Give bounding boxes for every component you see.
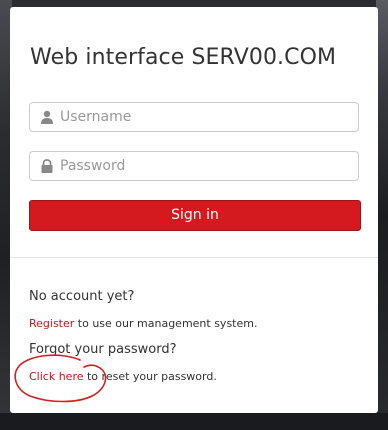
no-account-text: No account yet? (29, 289, 135, 304)
click-here-link[interactable]: Click here (29, 370, 84, 383)
lock-icon (41, 159, 53, 173)
password-field[interactable]: Password (29, 151, 359, 181)
register-rest-text: to use our management system. (74, 317, 258, 330)
register-line: Register to use our management system. (29, 317, 257, 330)
sign-in-button[interactable]: Sign in (29, 200, 361, 231)
username-placeholder: Username (60, 109, 132, 125)
password-placeholder: Password (60, 158, 126, 174)
reset-line: Click here to reset your password. (29, 370, 217, 383)
divider (10, 257, 378, 258)
register-link[interactable]: Register (29, 317, 74, 330)
reset-rest-text: to reset your password. (83, 370, 217, 383)
user-icon (41, 110, 53, 124)
login-card: Web interface SERV00.COM Username Passwo… (10, 7, 378, 413)
background-bottom (0, 413, 388, 430)
username-field[interactable]: Username (29, 102, 359, 132)
page-title: Web interface SERV00.COM (30, 45, 337, 70)
forgot-password-text: Forgot your password? (29, 342, 177, 357)
